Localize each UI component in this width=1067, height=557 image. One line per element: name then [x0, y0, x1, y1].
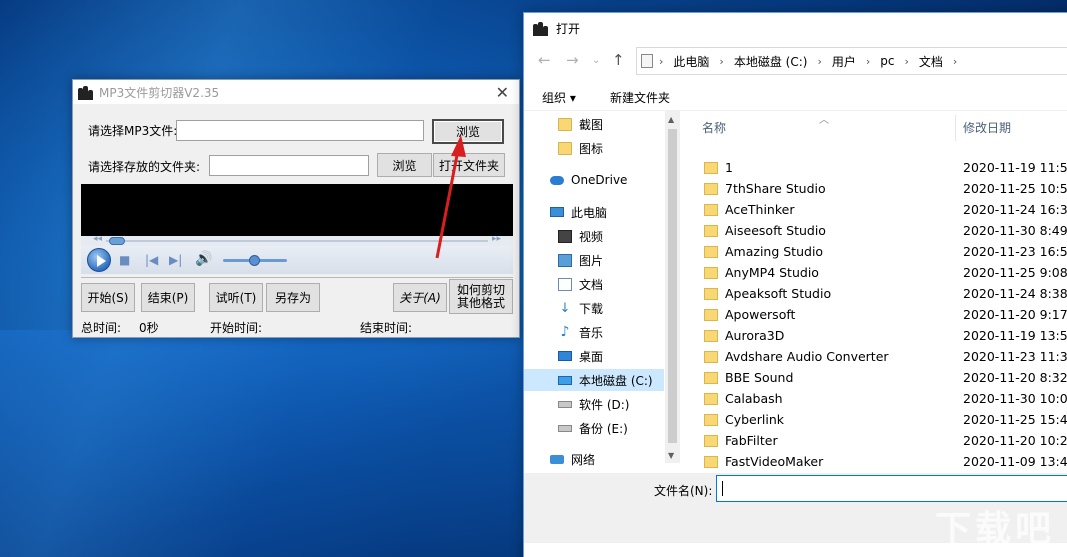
arrow-shaft: [435, 149, 460, 259]
annotation-arrow: [435, 135, 466, 259]
arrow-head: [451, 135, 466, 157]
watermark-url: www.xiazaiba.com: [960, 545, 1044, 555]
